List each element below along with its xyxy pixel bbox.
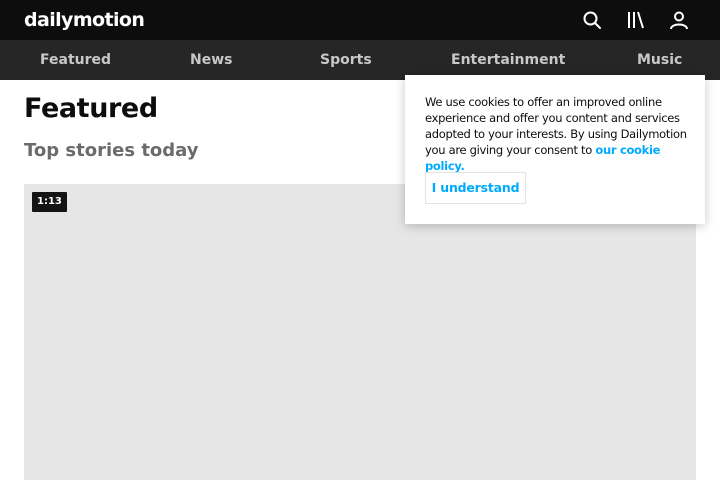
category-nav: Featured News Sports Entertainment Music xyxy=(0,40,720,80)
cookie-consent-banner: We use cookies to offer an improved onli… xyxy=(405,75,705,224)
section-subtitle: Top stories today xyxy=(24,140,199,161)
nav-item-music[interactable]: Music xyxy=(637,40,682,80)
nav-item-entertainment[interactable]: Entertainment xyxy=(451,40,565,80)
user-icon[interactable] xyxy=(668,9,690,31)
search-icon[interactable] xyxy=(581,9,603,31)
top-header: dailymotion xyxy=(0,0,720,40)
dailymotion-logo[interactable]: dailymotion xyxy=(24,9,145,31)
nav-item-featured[interactable]: Featured xyxy=(40,40,111,80)
nav-item-news[interactable]: News xyxy=(190,40,232,80)
video-duration-badge: 1:13 xyxy=(32,192,67,212)
cookie-message: We use cookies to offer an improved onli… xyxy=(425,94,687,174)
i-understand-button[interactable]: I understand xyxy=(425,172,526,204)
nav-item-sports[interactable]: Sports xyxy=(320,40,372,80)
library-icon[interactable] xyxy=(625,9,647,31)
page-title: Featured xyxy=(24,93,158,124)
featured-video-thumbnail[interactable]: 1:13 xyxy=(24,184,696,480)
